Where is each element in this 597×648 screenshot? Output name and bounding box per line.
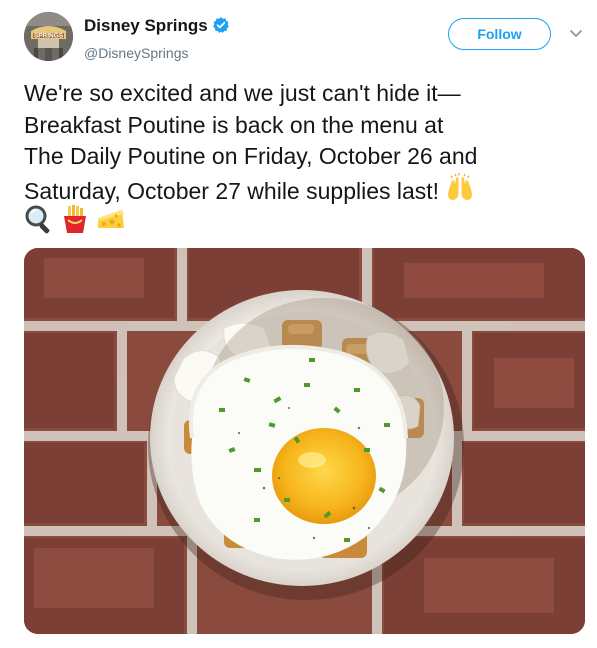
raising-hands-icon	[445, 172, 475, 212]
author-info: Disney Springs @DisneySprings	[84, 16, 230, 61]
tweet-card: SPRINGS Disney Springs @DisneySprings Fo…	[0, 0, 597, 648]
emoji-row	[24, 204, 126, 234]
author-handle[interactable]: @DisneySprings	[84, 45, 230, 61]
breakfast-poutine-photo	[24, 248, 585, 634]
chevron-down-icon[interactable]	[568, 25, 584, 41]
tweet-body: We're so excited and we just can't hide …	[24, 78, 580, 211]
avatar[interactable]: SPRINGS	[24, 12, 73, 61]
disney-springs-logo-icon: SPRINGS	[24, 12, 73, 61]
author-display-name[interactable]: Disney Springs	[84, 16, 208, 35]
magnifying-glass-icon	[24, 204, 54, 234]
cheese-wedge-icon	[96, 204, 126, 234]
follow-button[interactable]: Follow	[448, 18, 551, 50]
french-fries-icon	[60, 204, 90, 234]
tweet-photo[interactable]	[24, 248, 585, 634]
tweet-header: SPRINGS Disney Springs @DisneySprings Fo…	[24, 12, 584, 62]
verified-badge-icon	[212, 16, 230, 39]
tweet-text: We're so excited and we just can't hide …	[24, 80, 478, 204]
avatar-logo-text: SPRINGS	[34, 33, 64, 40]
